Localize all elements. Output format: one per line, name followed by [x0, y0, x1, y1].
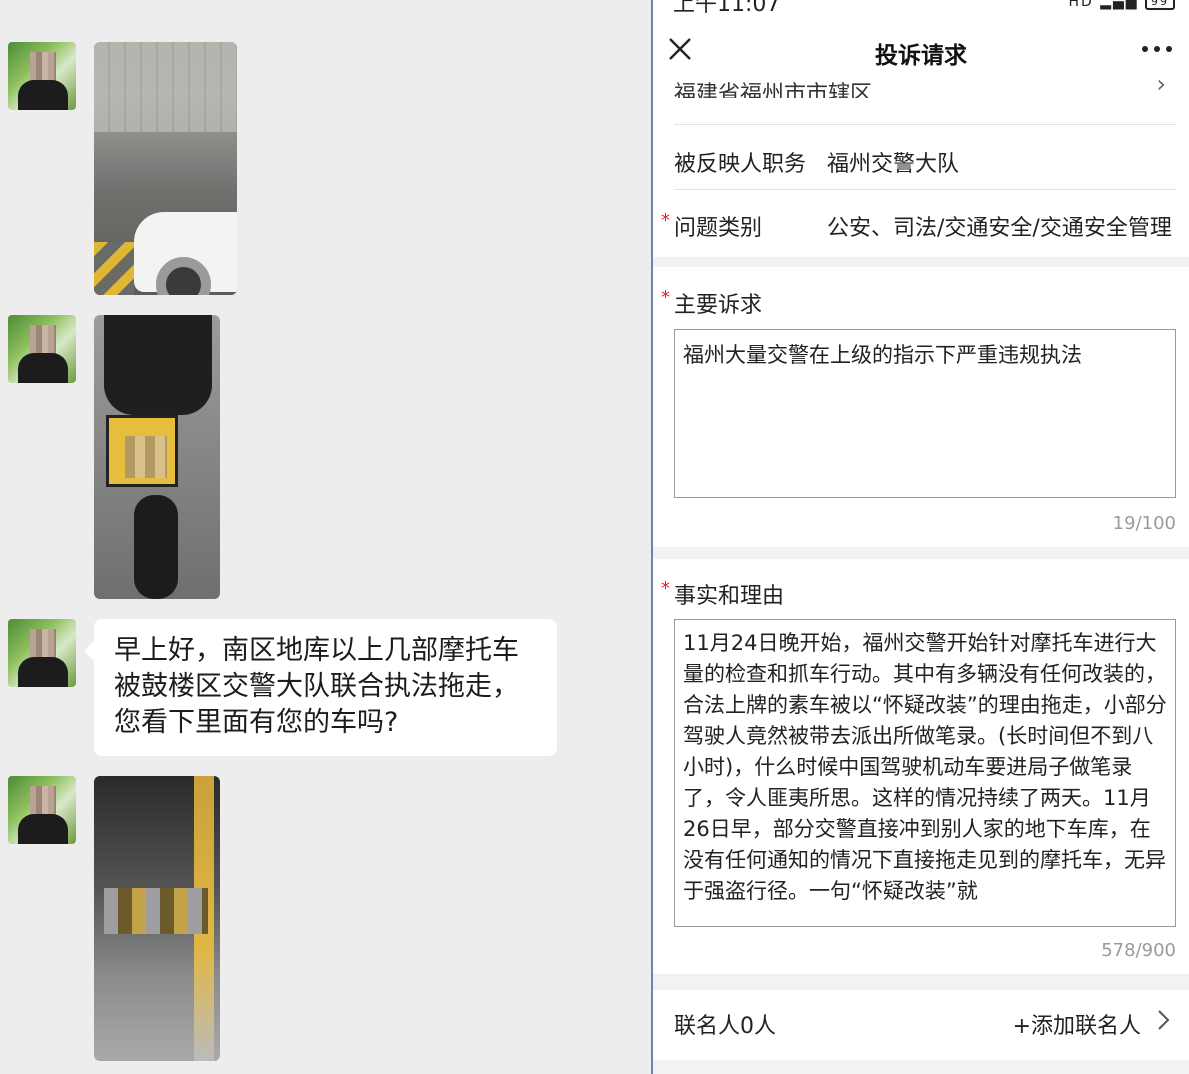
page-title: 投诉请求 — [875, 43, 967, 69]
co-signer-row[interactable]: 联名人0人 +添加联名人 — [653, 990, 1189, 1060]
main-request-label-wrap: * 主要诉求 — [661, 287, 763, 319]
divider — [674, 189, 1176, 190]
category-label: 问题类别 — [674, 216, 763, 241]
chevron-right-icon — [1158, 1010, 1170, 1030]
facts-counter: 578/900 — [1101, 940, 1176, 961]
category-value: 公安、司法/交通安全/交通安全管理 — [827, 216, 1172, 241]
facts-textarea[interactable]: 11月24日晚开始，福州交警开始针对摩托车进行大量的检查和抓车行动。其中有多辆没… — [674, 619, 1176, 927]
divider — [674, 124, 1176, 125]
sender-avatar[interactable] — [8, 619, 76, 687]
status-bar: 上午11:07 HD ▂▄▆ 99 — [653, 0, 1189, 16]
status-icons: HD ▂▄▆ 99 — [1068, 0, 1175, 10]
battery-icon: 99 — [1145, 0, 1175, 10]
region-value: 福建省福州市市辖区 — [674, 82, 873, 98]
co-signer-count: 联名人0人 — [674, 1014, 776, 1039]
facts-label: 事实和理由 — [674, 584, 785, 609]
region-select-row[interactable]: 福建省福州市市辖区 › — [674, 76, 1174, 98]
required-marker: * — [661, 210, 670, 231]
chevron-right-icon: › — [1156, 76, 1166, 98]
required-marker: * — [661, 287, 670, 308]
chat-panel: 早上好，南区地库以上几部摩托车被鼓楼区交警大队联合执法拖走，您看下里面有您的车吗… — [0, 0, 651, 1074]
chat-message-bubble[interactable]: 早上好，南区地库以上几部摩托车被鼓楼区交警大队联合执法拖走，您看下里面有您的车吗… — [84, 619, 557, 756]
more-options-icon[interactable] — [1139, 34, 1175, 64]
add-co-signer-button[interactable]: +添加联名人 — [1013, 1008, 1141, 1040]
facts-card: * 事实和理由 11月24日晚开始，福州交警开始针对摩托车进行大量的检查和抓车行… — [653, 559, 1189, 974]
motorcycle-plate-photo[interactable] — [94, 315, 220, 599]
motorcycle-rear-photo[interactable] — [94, 776, 220, 1061]
main-request-card: * 主要诉求 福州大量交警在上级的指示下严重违规执法 19/100 — [653, 267, 1189, 547]
main-request-textarea[interactable]: 福州大量交警在上级的指示下严重违规执法 — [674, 329, 1176, 498]
status-time: 上午11:07 — [673, 0, 781, 16]
parking-garage-photo[interactable] — [94, 42, 237, 295]
facts-label-wrap: * 事实和理由 — [661, 578, 785, 610]
main-request-counter: 19/100 — [1112, 513, 1176, 534]
respondent-value: 福州交警大队 — [827, 152, 960, 177]
main-request-label: 主要诉求 — [674, 293, 763, 318]
respondent-card: 福建省福州市市辖区 › 被反映人职务 福州交警大队 * 问题类别 公安、司法/交… — [653, 76, 1189, 257]
respondent-label: 被反映人职务 — [674, 152, 807, 177]
required-marker: * — [661, 578, 670, 599]
sender-avatar[interactable] — [8, 42, 76, 110]
complaint-form-screen: 上午11:07 HD ▂▄▆ 99 投诉请求 福建省福州市市辖区 › 被反映人职… — [653, 0, 1189, 1074]
sender-avatar[interactable] — [8, 315, 76, 383]
sender-avatar[interactable] — [8, 776, 76, 844]
respondent-row[interactable]: 被反映人职务 福州交警大队 — [674, 146, 1176, 212]
